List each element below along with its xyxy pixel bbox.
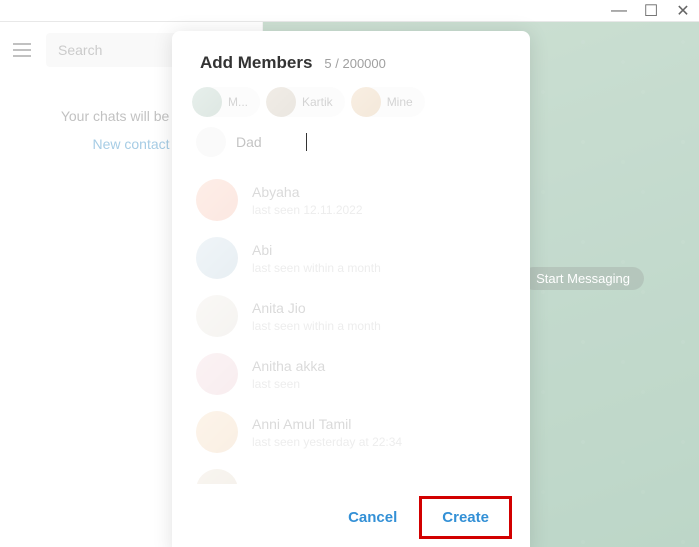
member-count: 5 / 200000 xyxy=(324,56,385,71)
avatar-icon xyxy=(351,87,381,117)
avatar-icon xyxy=(196,469,238,484)
add-members-modal: Add Members 5 / 200000 M... Kartik Mine … xyxy=(172,31,530,547)
contact-status: last seen xyxy=(252,377,325,391)
minimize-button[interactable]: — xyxy=(613,5,625,17)
contact-row[interactable]: Anni Amul Tamil last seen yesterday at 22… xyxy=(172,403,530,461)
contact-row[interactable]: Abi last seen within a month xyxy=(172,229,530,287)
contact-name: Abyaha xyxy=(252,184,363,200)
contact-name: Anitha akka xyxy=(252,358,325,374)
avatar-icon xyxy=(196,179,238,221)
avatar-icon xyxy=(192,87,222,117)
contact-row[interactable]: Abyaha last seen 12.11.2022 xyxy=(172,171,530,229)
contact-status: last seen yesterday at 22:34 xyxy=(252,435,402,449)
chip-label: Kartik xyxy=(302,95,333,109)
selected-chips: M... Kartik Mine xyxy=(172,87,530,123)
avatar-icon xyxy=(266,87,296,117)
member-chip[interactable]: Kartik xyxy=(266,87,345,117)
text-caret xyxy=(306,133,307,151)
member-chip[interactable]: M... xyxy=(192,87,260,117)
avatar-icon xyxy=(196,237,238,279)
create-button[interactable]: Create xyxy=(424,501,507,534)
contact-list[interactable]: Abyaha last seen 12.11.2022 Abi last seen … xyxy=(172,167,530,484)
window-titlebar: — ☐ ✕ xyxy=(0,0,699,22)
contact-name: Abi xyxy=(252,242,381,258)
contact-status: last seen within a month xyxy=(252,319,381,333)
member-search-input[interactable]: Dad xyxy=(236,134,296,150)
maximize-button[interactable]: ☐ xyxy=(645,5,657,17)
contact-row[interactable]: Anitha akka last seen xyxy=(172,345,530,403)
member-chip[interactable]: Mine xyxy=(351,87,425,117)
modal-title: Add Members xyxy=(200,53,312,73)
contact-status: last seen within a month xyxy=(252,261,381,275)
contact-name: Annie xyxy=(252,481,288,485)
avatar-icon xyxy=(196,127,226,157)
contact-status: last seen 12.11.2022 xyxy=(252,203,363,217)
chip-label: Mine xyxy=(387,95,413,109)
contact-row[interactable]: Anita Jio last seen within a month xyxy=(172,287,530,345)
contact-name: Anita Jio xyxy=(252,300,381,316)
close-window-button[interactable]: ✕ xyxy=(677,5,689,17)
cancel-button[interactable]: Cancel xyxy=(330,496,415,539)
chip-label: M... xyxy=(228,95,248,109)
avatar-icon xyxy=(196,295,238,337)
avatar-icon xyxy=(196,353,238,395)
contact-name: Anni Amul Tamil xyxy=(252,416,402,432)
avatar-icon xyxy=(196,411,238,453)
highlight-box: Create xyxy=(419,496,512,539)
contact-row[interactable]: Annie xyxy=(172,461,530,484)
